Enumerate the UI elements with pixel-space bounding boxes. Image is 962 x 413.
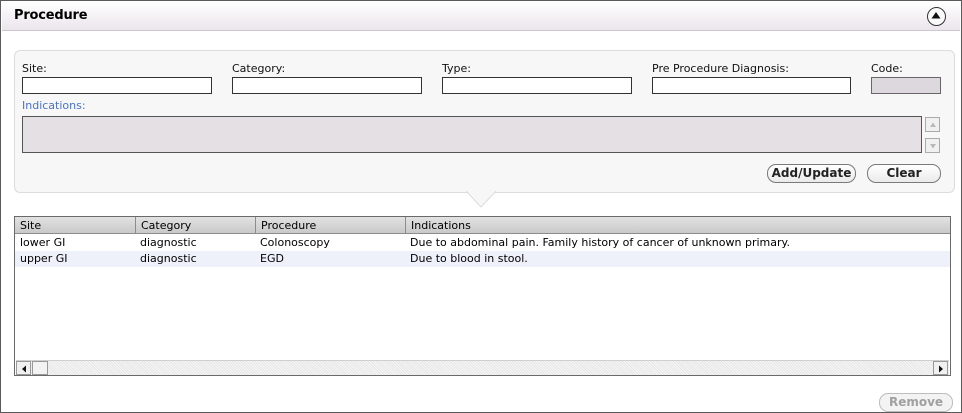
form-pointer-arrow: [466, 190, 496, 208]
collapse-button[interactable]: [927, 7, 946, 26]
type-field[interactable]: [442, 77, 632, 94]
code-label: Code:: [871, 62, 903, 75]
site-label: Site:: [22, 62, 47, 75]
procedure-panel: Procedure Site: Category: Type: Pre Proc…: [0, 0, 962, 413]
add-update-button[interactable]: Add/Update: [767, 164, 856, 183]
arrow-right-icon: [939, 365, 943, 373]
clear-button[interactable]: Clear: [867, 164, 941, 183]
cell-site: upper GI: [20, 252, 68, 265]
scrollbar-thumb[interactable]: [32, 361, 48, 375]
cell-category: diagnostic: [140, 252, 197, 265]
scroll-down-button[interactable]: [925, 138, 940, 153]
procedures-grid: Site Category Procedure Indications lowe…: [14, 216, 951, 376]
scroll-right-button[interactable]: [933, 361, 948, 375]
column-header-indications[interactable]: Indications: [406, 217, 950, 234]
arrow-up-icon: [930, 122, 936, 127]
code-field: [871, 77, 941, 94]
category-label: Category:: [232, 62, 286, 75]
cell-procedure: EGD: [260, 252, 284, 265]
pre-procedure-diagnosis-field[interactable]: [652, 77, 851, 94]
horizontal-scrollbar[interactable]: [16, 360, 949, 375]
column-header-procedure[interactable]: Procedure: [256, 217, 406, 234]
grid-header: Site Category Procedure Indications: [15, 217, 950, 234]
column-header-site[interactable]: Site: [15, 217, 136, 234]
site-field[interactable]: [22, 77, 212, 94]
column-header-category[interactable]: Category: [136, 217, 256, 234]
chevron-up-circle-icon: [931, 12, 941, 19]
cell-site: lower GI: [20, 236, 66, 249]
panel-title: Procedure: [14, 8, 88, 23]
panel-header: Procedure: [2, 2, 960, 31]
type-label: Type:: [442, 62, 471, 75]
cell-procedure: Colonoscopy: [260, 236, 330, 249]
remove-button[interactable]: Remove: [879, 393, 953, 412]
indications-label: Indications:: [22, 99, 86, 112]
arrow-down-icon: [930, 144, 936, 149]
category-field[interactable]: [232, 77, 422, 94]
scroll-left-button[interactable]: [16, 361, 31, 375]
scroll-up-button[interactable]: [925, 117, 940, 132]
arrow-left-icon: [22, 365, 26, 373]
table-row[interactable]: lower GI diagnostic Colonoscopy Due to a…: [15, 235, 950, 251]
cell-indications: Due to abdominal pain. Family history of…: [410, 236, 790, 249]
cell-indications: Due to blood in stool.: [410, 252, 528, 265]
pre-procedure-diagnosis-label: Pre Procedure Diagnosis:: [652, 62, 789, 75]
table-row[interactable]: upper GI diagnostic EGD Due to blood in …: [15, 251, 950, 267]
indications-scrollbar[interactable]: [925, 116, 940, 153]
cell-category: diagnostic: [140, 236, 197, 249]
indications-textarea[interactable]: [22, 116, 922, 153]
